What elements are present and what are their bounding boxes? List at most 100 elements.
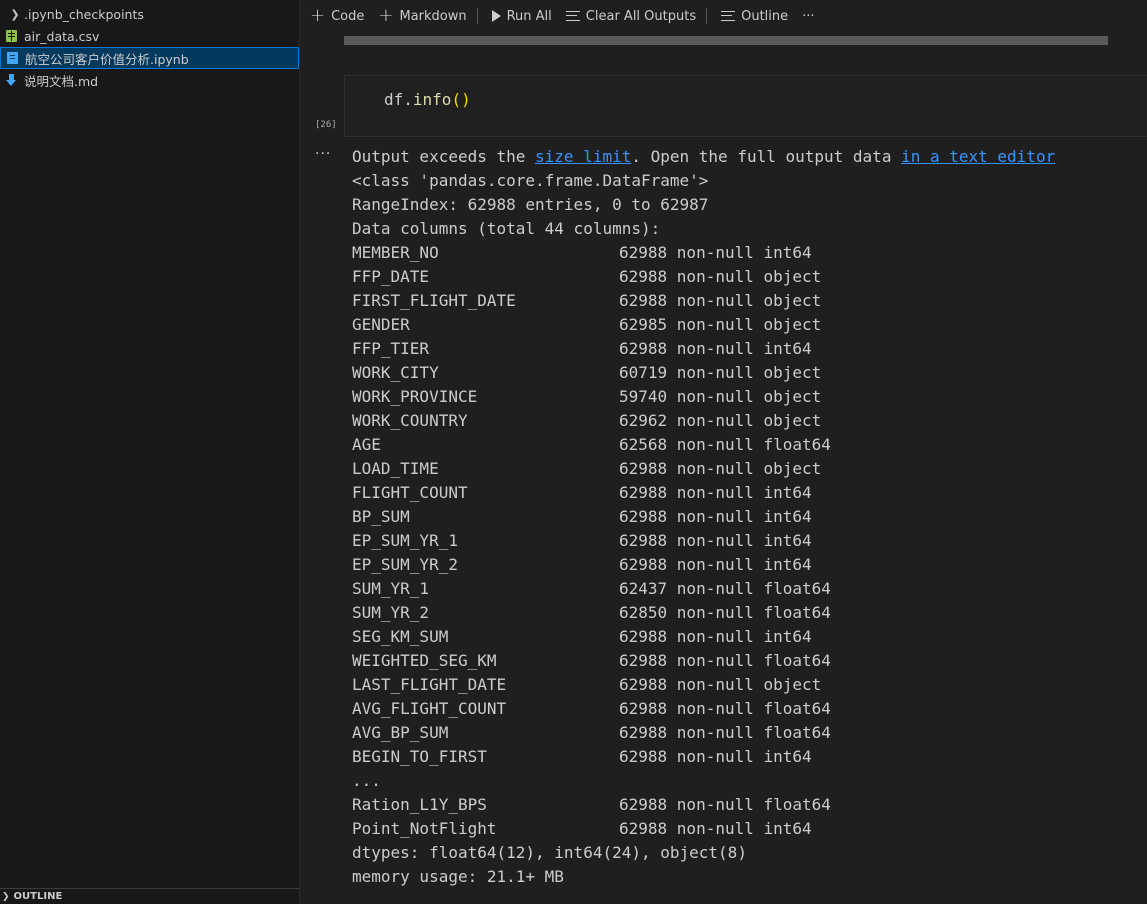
tree-item-air-data-csv[interactable]: air_data.csv xyxy=(0,25,299,47)
column-info: 62988 non-null object xyxy=(619,675,822,694)
plus-icon: + xyxy=(310,5,326,26)
column-name: GENDER xyxy=(352,315,410,334)
column-info-row: SEG_KM_SUM 62988 non-null int64 xyxy=(352,625,1142,649)
column-info-row: SUM_YR_2 62850 non-null float64 xyxy=(352,601,1142,625)
column-info: 62962 non-null object xyxy=(619,411,822,430)
column-info-row: EP_SUM_YR_2 62988 non-null int64 xyxy=(352,553,1142,577)
column-info-row: WORK_PROVINCE 59740 non-null object xyxy=(352,385,1142,409)
column-name: Ration_L1Y_BPS xyxy=(352,795,487,814)
code-parens: () xyxy=(451,90,471,109)
outline-button[interactable]: Outline xyxy=(721,9,788,24)
column-info-row: Ration_L1Y_BPS 62988 non-null float64 xyxy=(352,793,1142,817)
add-markdown-label: Markdown xyxy=(399,8,467,24)
column-name: WORK_PROVINCE xyxy=(352,387,478,406)
column-name: MEMBER_NO xyxy=(352,243,439,262)
column-info-row: EP_SUM_YR_1 62988 non-null int64 xyxy=(352,529,1142,553)
add-code-label: Code xyxy=(331,8,365,24)
markdown-file-icon xyxy=(6,74,17,86)
column-info: 62988 non-null int64 xyxy=(619,627,812,646)
column-info: 62988 non-null int64 xyxy=(619,483,812,502)
column-name: SUM_YR_1 xyxy=(352,579,430,598)
code-cell-editor[interactable]: df.info() xyxy=(344,75,1147,137)
column-info: 62988 non-null float64 xyxy=(619,651,831,670)
column-list: MEMBER_NO 62988 non-null int64 FFP_DATE 629… xyxy=(352,241,1142,769)
output-line: dtypes: float64(12), int64(24), object(8… xyxy=(352,843,747,862)
tree-item-label: 说明文档.md xyxy=(24,73,99,89)
column-info: 62988 non-null int64 xyxy=(619,531,812,550)
column-name: SEG_KM_SUM xyxy=(352,627,449,646)
add-markdown-cell-button[interactable]: + Markdown xyxy=(378,7,467,25)
column-info-row: WORK_CITY 60719 non-null object xyxy=(352,361,1142,385)
column-info-row: WORK_COUNTRY 62962 non-null object xyxy=(352,409,1142,433)
column-info-row: BEGIN_TO_FIRST 62988 non-null int64 xyxy=(352,745,1142,769)
outline-section-header[interactable]: ❯ OUTLINE xyxy=(0,888,299,904)
execution-count: [26] xyxy=(315,120,337,130)
column-info: 62988 non-null int64 xyxy=(619,747,812,766)
notebook-toolbar: + Code + Markdown Run All Clear All Outp… xyxy=(300,0,1147,32)
column-list-tail: Ration_L1Y_BPS 62988 non-null float64 Poin… xyxy=(352,793,1142,841)
column-name: BP_SUM xyxy=(352,507,410,526)
column-info-row: AGE 62568 non-null float64 xyxy=(352,433,1142,457)
horizontal-scrollbar[interactable] xyxy=(344,36,1108,45)
notebook-file-icon xyxy=(7,52,18,64)
outline-label: Outline xyxy=(741,8,789,24)
size-limit-link[interactable]: size limit xyxy=(535,147,631,166)
output-line: RangeIndex: 62988 entries, 0 to 62987 xyxy=(352,195,709,214)
run-all-button[interactable]: Run All xyxy=(491,8,552,24)
explorer-sidebar: ❯ .ipynb_checkpoints air_data.csv 航空公司客户… xyxy=(0,0,300,904)
output-line: Data columns (total 44 columns): xyxy=(352,219,661,238)
notice-text: Output exceeds the xyxy=(352,147,536,166)
column-name: EP_SUM_YR_2 xyxy=(352,555,458,574)
column-info: 62850 non-null float64 xyxy=(619,603,831,622)
column-info-row: GENDER 62985 non-null object xyxy=(352,313,1142,337)
tree-item-readme-md[interactable]: 说明文档.md xyxy=(0,69,299,91)
output-line: memory usage: 21.1+ MB xyxy=(352,867,564,886)
column-name: WEIGHTED_SEG_KM xyxy=(352,651,497,670)
column-name: WORK_COUNTRY xyxy=(352,411,468,430)
column-info-row: SUM_YR_1 62437 non-null float64 xyxy=(352,577,1142,601)
column-name: FIRST_FLIGHT_DATE xyxy=(352,291,516,310)
more-actions-button[interactable]: ··· xyxy=(802,9,814,24)
toolbar-divider xyxy=(476,8,478,24)
column-info-row: Point_NotFlight 62988 non-null int64 xyxy=(352,817,1142,841)
output-actions-button[interactable]: ··· xyxy=(315,146,331,162)
column-info: 62988 non-null float64 xyxy=(619,723,831,742)
output-truncation-notice: Output exceeds the size limit. Open the … xyxy=(352,145,1142,169)
csv-file-icon xyxy=(6,30,17,42)
tree-item-notebook[interactable]: 航空公司客户价值分析.ipynb xyxy=(0,47,299,69)
column-name: SUM_YR_2 xyxy=(352,603,430,622)
column-info: 59740 non-null object xyxy=(619,387,822,406)
column-name: Point_NotFlight xyxy=(352,819,497,838)
run-all-label: Run All xyxy=(506,8,552,24)
open-in-text-editor-link[interactable]: in a text editor xyxy=(901,147,1055,166)
tree-item-checkpoints-folder[interactable]: ❯ .ipynb_checkpoints xyxy=(0,3,299,25)
run-icon xyxy=(491,10,501,22)
column-info: 62988 non-null object xyxy=(619,267,822,286)
column-info: 62988 non-null int64 xyxy=(619,555,812,574)
tree-item-label: .ipynb_checkpoints xyxy=(24,6,144,22)
clear-all-outputs-button[interactable]: Clear All Outputs xyxy=(565,9,696,24)
column-name: AGE xyxy=(352,435,381,454)
column-name: FFP_DATE xyxy=(352,267,430,286)
code-object: df. xyxy=(384,90,413,109)
column-info: 62988 non-null object xyxy=(619,459,822,478)
column-info: 62568 non-null float64 xyxy=(619,435,831,454)
output-line: <class 'pandas.core.frame.DataFrame'> xyxy=(352,171,709,190)
code-function: info xyxy=(412,90,452,109)
chevron-right-icon: ❯ xyxy=(2,891,10,902)
chevron-right-icon: ❯ xyxy=(10,7,20,21)
column-info: 62437 non-null float64 xyxy=(619,579,831,598)
add-code-cell-button[interactable]: + Code xyxy=(310,5,365,26)
column-info-row: FIRST_FLIGHT_DATE 62988 non-null object xyxy=(352,289,1142,313)
column-info-row: FLIGHT_COUNT 62988 non-null int64 xyxy=(352,481,1142,505)
clear-outputs-icon xyxy=(565,11,580,21)
column-name: LAST_FLIGHT_DATE xyxy=(352,675,507,694)
column-info: 62988 non-null int64 xyxy=(619,243,812,262)
column-info-row: AVG_BP_SUM 62988 non-null float64 xyxy=(352,721,1142,745)
column-name: FLIGHT_COUNT xyxy=(352,483,468,502)
notice-text: . Open the full output data xyxy=(631,147,902,166)
code-line: df.info() xyxy=(384,90,471,109)
column-info: 62988 non-null object xyxy=(619,291,822,310)
column-name: FFP_TIER xyxy=(352,339,430,358)
column-name: BEGIN_TO_FIRST xyxy=(352,747,487,766)
